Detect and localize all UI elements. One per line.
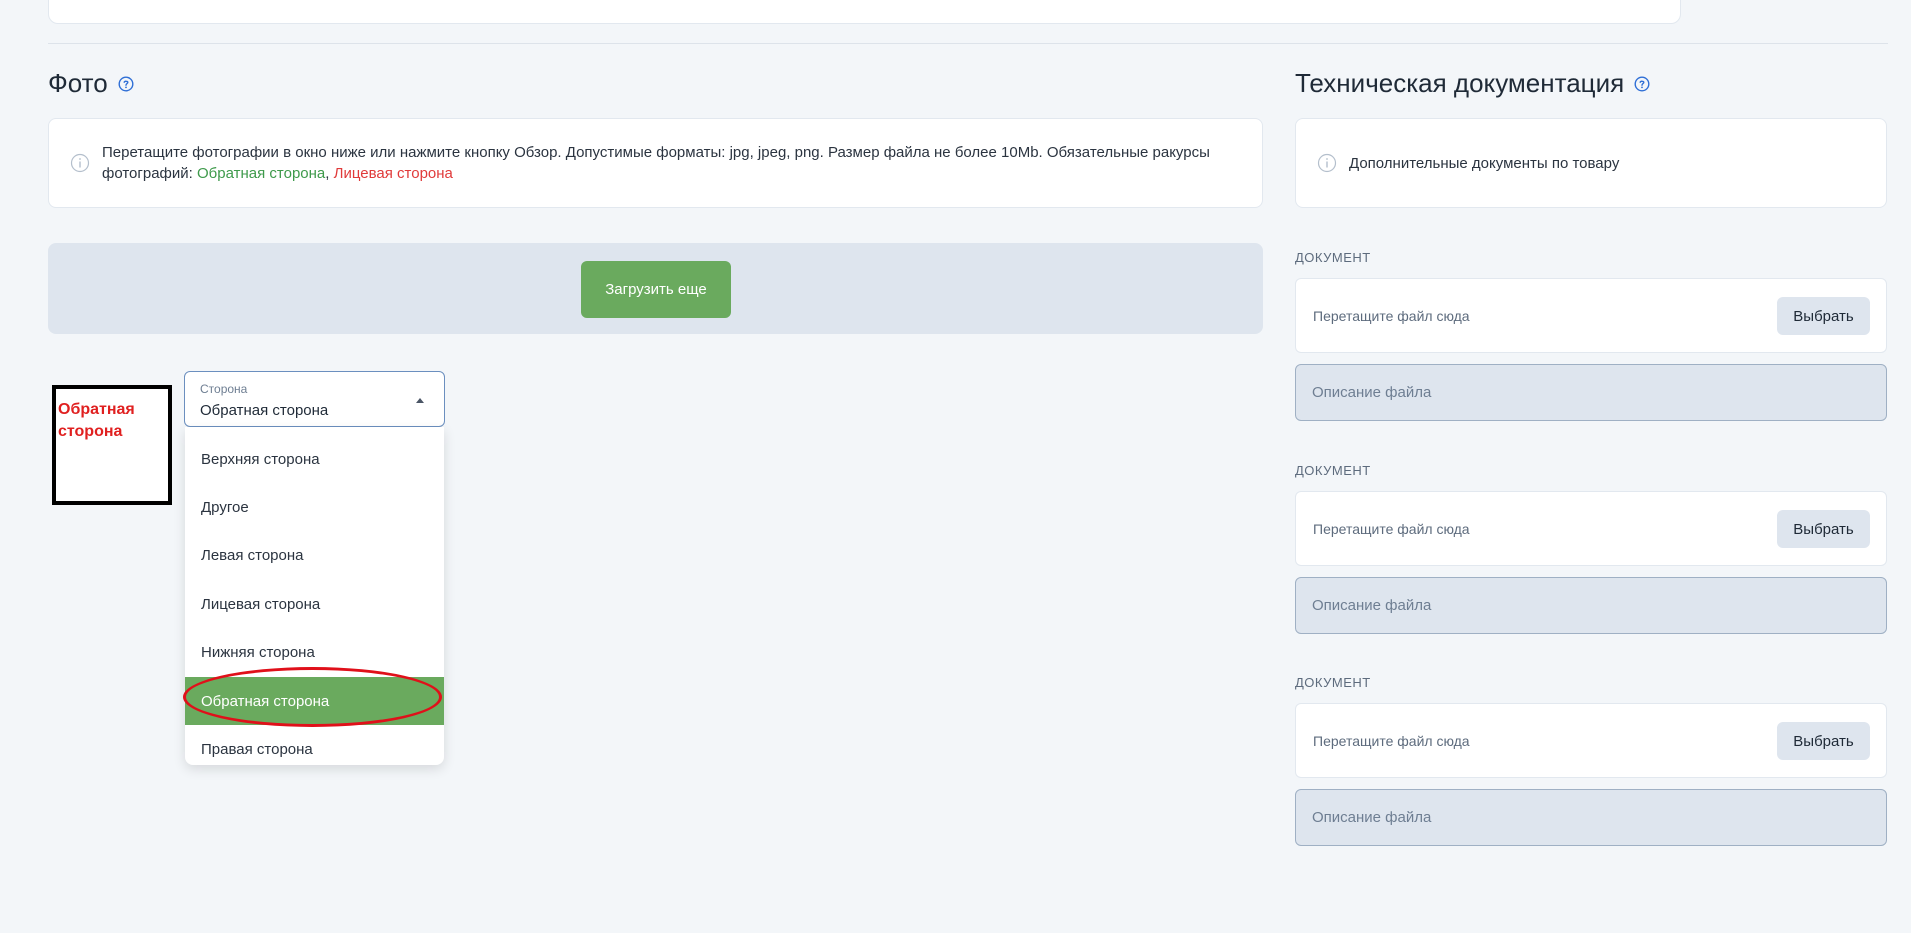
dropdown-option[interactable]: Нижняя сторона (185, 629, 444, 677)
photo-section-title: Фото (48, 68, 134, 99)
document-dropzone[interactable]: Перетащите файл сюда Выбрать (1295, 278, 1887, 353)
required-separator: , (325, 165, 330, 182)
caret-up-icon[interactable] (416, 398, 424, 403)
info-icon (1317, 153, 1337, 173)
dropdown-option[interactable]: Верхняя сторона (185, 435, 444, 483)
previous-section-card (48, 0, 1681, 24)
photo-upload-dropzone[interactable]: Загрузить еще (48, 243, 1263, 334)
dropdown-option[interactable]: Лицевая сторона (185, 580, 444, 628)
dropdown-option[interactable]: Правая сторона (185, 725, 444, 773)
thumbnail-label: Обратная сторона (58, 401, 135, 440)
side-select-dropdown: Верхняя сторона Другое Левая сторона Лиц… (185, 427, 444, 765)
tech-docs-info-text: Дополнительные документы по товару (1349, 154, 1620, 172)
choose-file-button[interactable]: Выбрать (1777, 510, 1870, 548)
choose-file-button[interactable]: Выбрать (1777, 297, 1870, 335)
document-dropzone[interactable]: Перетащите файл сюда Выбрать (1295, 491, 1887, 566)
dropdown-option[interactable]: Другое (185, 483, 444, 531)
info-icon (70, 153, 90, 173)
document-label: ДОКУМЕНТ (1295, 463, 1371, 478)
dropdown-option-selected[interactable]: Обратная сторона (185, 676, 444, 726)
side-select[interactable]: Сторона Обратная сторона (184, 371, 445, 427)
help-icon[interactable] (1634, 75, 1650, 92)
tech-docs-section-title: Техническая документация (1295, 68, 1650, 99)
file-description-input[interactable]: Описание файла (1295, 789, 1887, 846)
file-description-input[interactable]: Описание файла (1295, 364, 1887, 421)
document-drop-text: Перетащите файл сюда (1313, 733, 1470, 749)
tech-docs-info-card: Дополнительные документы по товару (1295, 118, 1887, 208)
tech-docs-title-text: Техническая документация (1295, 68, 1625, 98)
help-icon[interactable] (118, 75, 134, 92)
document-label: ДОКУМЕНТ (1295, 250, 1371, 265)
photo-thumbnail[interactable]: Обратная сторона (52, 385, 172, 505)
file-description-input[interactable]: Описание файла (1295, 577, 1887, 634)
document-drop-text: Перетащите файл сюда (1313, 308, 1470, 324)
upload-more-button[interactable]: Загрузить еще (581, 261, 731, 318)
photo-info-text: Перетащите фотографии в окно ниже или на… (102, 142, 1242, 184)
photo-info-card: Перетащите фотографии в окно ниже или на… (48, 118, 1263, 208)
required-front-side: Лицевая сторона (333, 165, 453, 182)
required-back-side: Обратная сторона (197, 165, 326, 182)
side-select-value: Обратная сторона (200, 402, 329, 419)
side-select-caption: Сторона (200, 382, 248, 396)
document-label: ДОКУМЕНТ (1295, 675, 1371, 690)
document-dropzone[interactable]: Перетащите файл сюда Выбрать (1295, 703, 1887, 778)
choose-file-button[interactable]: Выбрать (1777, 722, 1870, 760)
product-form-page: Фото Перетащите фотографии в окно ниже и… (0, 0, 1911, 933)
dropdown-option[interactable]: Левая сторона (185, 532, 444, 580)
document-drop-text: Перетащите файл сюда (1313, 521, 1470, 537)
section-divider (48, 43, 1888, 44)
photo-title-text: Фото (48, 68, 108, 98)
